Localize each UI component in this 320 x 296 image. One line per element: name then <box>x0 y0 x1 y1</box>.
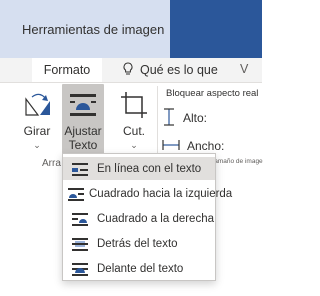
in-front-of-text-icon <box>67 262 93 276</box>
square-left-icon <box>67 187 85 201</box>
wrap-text-label-2: Texto <box>68 138 98 152</box>
context-tab-header: Herramientas de imagen <box>0 0 170 58</box>
chevron-down-icon: ⌄ <box>130 140 138 150</box>
rotate-button[interactable]: Girar ⌄ <box>18 90 56 152</box>
menu-item-label: Detrás del texto <box>97 237 178 250</box>
rotate-icon <box>22 90 52 120</box>
crop-icon <box>120 90 148 120</box>
width-label: Ancho: <box>187 139 225 153</box>
arrange-group-label: Arra <box>42 158 61 169</box>
menu-item-label: Cuadrado a la derecha <box>97 212 214 225</box>
tab-partial[interactable]: V <box>240 62 248 76</box>
crop-button[interactable]: Cut. ⌄ <box>116 90 152 152</box>
height-icon <box>162 107 176 129</box>
chevron-down-icon: ⌄ <box>33 140 41 150</box>
lightbulb-icon <box>122 61 134 79</box>
menu-item-square-right[interactable]: Cuadrado a la derecha <box>63 207 215 230</box>
crop-label: Cut. <box>122 124 145 138</box>
behind-text-icon <box>67 237 93 251</box>
height-label: Alto: <box>183 111 208 125</box>
square-right-icon <box>67 212 93 226</box>
rotate-label: Girar <box>23 124 51 138</box>
width-icon <box>162 138 180 155</box>
inline-with-text-icon <box>67 162 93 176</box>
tab-formato[interactable]: Formato <box>32 58 102 82</box>
context-title: Herramientas de imagen <box>22 22 165 37</box>
wrap-text-button[interactable]: Ajustar Texto <box>62 84 104 156</box>
menu-item-inline[interactable]: En línea con el texto <box>63 157 215 180</box>
tell-me-search[interactable]: Qué es lo que <box>122 60 218 80</box>
menu-item-in-front[interactable]: Delante del texto <box>63 257 215 280</box>
tab-formato-label: Formato <box>43 63 91 77</box>
menu-item-label: En línea con el texto <box>97 162 202 175</box>
menu-item-label: Cuadrado hacia la izquierda <box>89 187 233 200</box>
ribbon-separator <box>157 86 158 158</box>
menu-item-behind-text[interactable]: Detrás del texto <box>63 232 215 255</box>
tell-me-label: Qué es lo que <box>140 63 218 77</box>
menu-item-square-left[interactable]: Cuadrado hacia la izquierda <box>63 182 232 205</box>
wrap-text-menu: En línea con el texto Cuadrado hacia la … <box>62 153 232 281</box>
wrap-text-label-1: Ajustar <box>64 124 102 138</box>
height-field[interactable]: Alto: <box>162 107 208 129</box>
lock-aspect-ratio[interactable]: Bloquear aspecto real <box>166 88 258 99</box>
size-group-label: Tamaño de image <box>211 158 263 165</box>
wrap-text-icon <box>68 90 98 120</box>
menu-item-label: Delante del texto <box>97 262 184 275</box>
lock-aspect-label: Bloquear aspecto real <box>166 88 259 99</box>
